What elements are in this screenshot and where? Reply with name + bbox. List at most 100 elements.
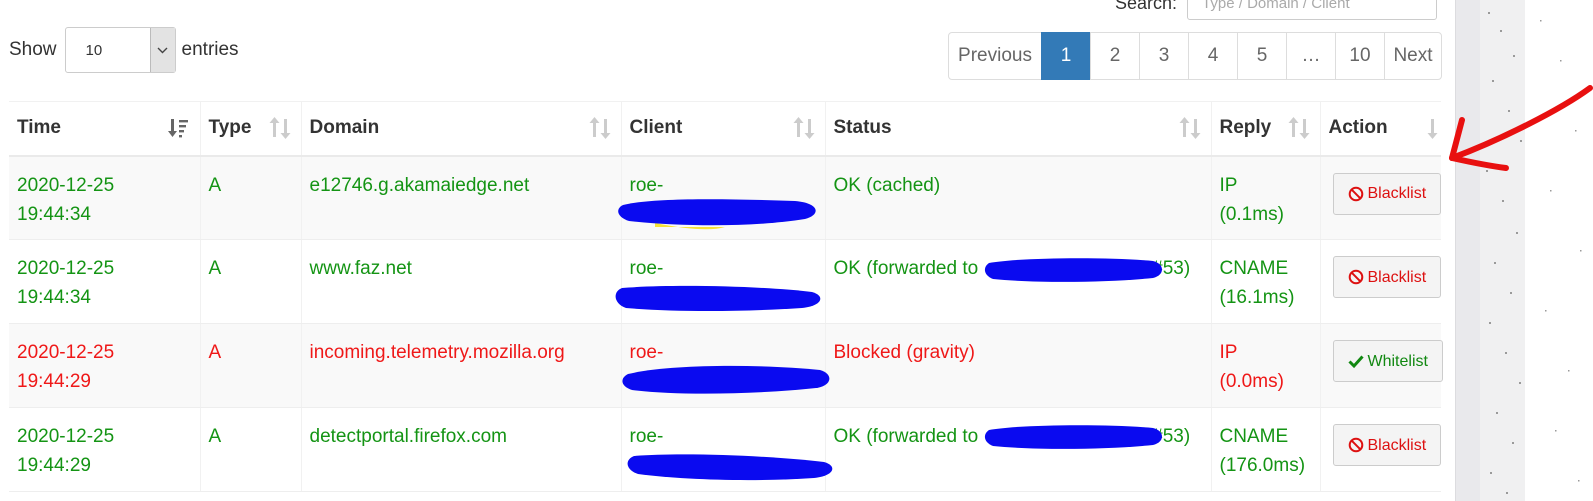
cell-time: 2020-12-25 19:44:34: [9, 239, 201, 324]
status-text: OK (forwarded to: [833, 258, 979, 279]
cell-domain: detectportal.firefox.com: [301, 407, 622, 492]
column-header-domain[interactable]: Domain: [301, 101, 622, 157]
pagination-page-10[interactable]: 10: [1335, 32, 1385, 80]
pagination-previous[interactable]: Previous: [948, 32, 1042, 80]
cell-reply: CNAME (16.1ms): [1211, 239, 1321, 324]
cell-time: 2020-12-25 19:44:29: [9, 323, 201, 408]
pagination-page-1[interactable]: 1: [1041, 32, 1091, 80]
table-row: 2020-12-25 19:44:29 A incoming.telemetry…: [9, 323, 1443, 408]
ban-icon: [1348, 186, 1363, 201]
sort-icon: [1179, 117, 1201, 145]
button-label: Blacklist: [1367, 185, 1427, 202]
sort-icon: [589, 117, 611, 145]
column-header-label: Type: [208, 117, 252, 139]
table-row: 2020-12-25 19:44:34 A e12746.g.akamaiedg…: [9, 155, 1442, 240]
table-row: 2020-12-25 19:44:29 A detectportal.firef…: [9, 407, 1442, 492]
column-header-label: Client: [629, 117, 683, 139]
column-header-label: Status: [833, 117, 892, 139]
cell-client: roe-: [621, 407, 826, 492]
client-name: roe-: [629, 174, 664, 196]
blacklist-button[interactable]: Blacklist: [1332, 172, 1442, 215]
check-icon: [1347, 355, 1364, 369]
cell-domain: e12746.g.akamaiedge.net: [301, 155, 622, 240]
cell-time: 2020-12-25 19:44:29: [9, 407, 201, 492]
cell-type: A: [200, 155, 302, 240]
sort-icon: [1427, 117, 1439, 145]
table-row: 2020-12-25 19:44:34 A www.faz.net roe- O…: [9, 239, 1442, 324]
reply-time: (0.0ms): [1219, 371, 1284, 392]
pagination-page-2[interactable]: 2: [1090, 32, 1140, 80]
cell-client: roe-: [621, 155, 826, 240]
blacklist-button[interactable]: Blacklist: [1332, 256, 1442, 298]
reply-time: (16.1ms): [1219, 287, 1295, 308]
query-log-table: Time Type Domain Client Status Reply Act…: [9, 101, 1443, 492]
search-label: Search:: [1115, 0, 1178, 13]
cell-status: Blocked (gravity): [825, 323, 1212, 408]
entries-length-control: Show 10 entries: [9, 27, 239, 73]
column-header-label: Domain: [309, 117, 380, 139]
pagination-page-4[interactable]: 4: [1188, 32, 1238, 80]
blacklist-button[interactable]: Blacklist: [1332, 424, 1442, 466]
whitelist-button[interactable]: Whitelist: [1332, 340, 1443, 382]
sort-desc-icon: [167, 117, 190, 145]
status-text: OK (forwarded to: [833, 426, 979, 447]
pagination-page-3[interactable]: 3: [1139, 32, 1189, 80]
reply-type: IP: [1219, 342, 1238, 363]
column-header-reply[interactable]: Reply: [1211, 101, 1321, 157]
search-row: Search:: [1115, 0, 1438, 20]
reply-type: IP: [1219, 174, 1238, 196]
pagination-next[interactable]: Next: [1384, 32, 1442, 80]
show-label: Show: [9, 39, 57, 60]
client-name: roe-: [629, 258, 664, 279]
column-header-label: Reply: [1219, 117, 1272, 139]
entries-select-value: 10: [85, 42, 103, 59]
client-name: roe-: [629, 426, 664, 447]
column-header-action[interactable]: Action: [1320, 101, 1441, 157]
cell-action: Blacklist: [1320, 155, 1442, 240]
entries-select[interactable]: 10: [64, 27, 176, 73]
button-label: Whitelist: [1367, 352, 1428, 370]
column-header-label: Action: [1328, 117, 1388, 139]
query-log-panel: Search: Show 10 entries Previous 1 2 3 4…: [0, 0, 1455, 501]
column-header-status[interactable]: Status: [825, 101, 1212, 157]
reply-type: CNAME: [1219, 426, 1289, 447]
cell-status: OK (forwarded to #53): [825, 407, 1212, 492]
scrollbar[interactable]: [1455, 0, 1480, 501]
chevron-down-icon[interactable]: [149, 28, 175, 72]
client-name: roe-: [629, 342, 664, 363]
reply-type: CNAME: [1219, 258, 1289, 279]
status-port: #53): [1152, 426, 1191, 447]
cell-action: Whitelist: [1320, 323, 1443, 408]
search-input[interactable]: [1187, 0, 1438, 20]
entries-label: entries: [181, 39, 239, 60]
cell-type: A: [200, 239, 302, 324]
cell-client: roe-: [621, 323, 826, 408]
ban-icon: [1348, 269, 1363, 285]
table-header-row: Time Type Domain Client Status Reply Act…: [9, 101, 1441, 157]
cell-type: A: [200, 407, 302, 492]
button-label: Blacklist: [1367, 436, 1427, 454]
sort-icon: [1288, 117, 1310, 145]
column-header-type[interactable]: Type: [200, 101, 302, 157]
reply-time: (176.0ms): [1219, 455, 1306, 476]
status-port: #53): [1152, 258, 1191, 279]
column-header-time[interactable]: Time: [9, 101, 201, 157]
cell-time: 2020-12-25 19:44:34: [9, 155, 201, 240]
cell-status: OK (forwarded to #53): [825, 239, 1212, 324]
cell-reply: IP (0.0ms): [1211, 323, 1321, 408]
button-label: Blacklist: [1367, 268, 1427, 286]
column-header-client[interactable]: Client: [621, 101, 826, 157]
cell-action: Blacklist: [1320, 407, 1442, 492]
column-header-label: Time: [17, 117, 62, 139]
cell-action: Blacklist: [1320, 239, 1442, 324]
cell-reply: IP (0.1ms): [1211, 155, 1321, 240]
cell-domain: www.faz.net: [301, 239, 622, 324]
background-texture: [1480, 0, 1593, 501]
cell-type: A: [200, 323, 302, 408]
cell-domain: incoming.telemetry.mozilla.org: [301, 323, 622, 408]
pagination-page-5[interactable]: 5: [1237, 32, 1287, 80]
pagination-ellipsis: …: [1286, 32, 1336, 80]
pagination: Previous 1 2 3 4 5 … 10 Next: [948, 32, 1442, 80]
reply-time: (0.1ms): [1219, 203, 1284, 225]
speckle-pattern: [1486, 12, 1582, 494]
